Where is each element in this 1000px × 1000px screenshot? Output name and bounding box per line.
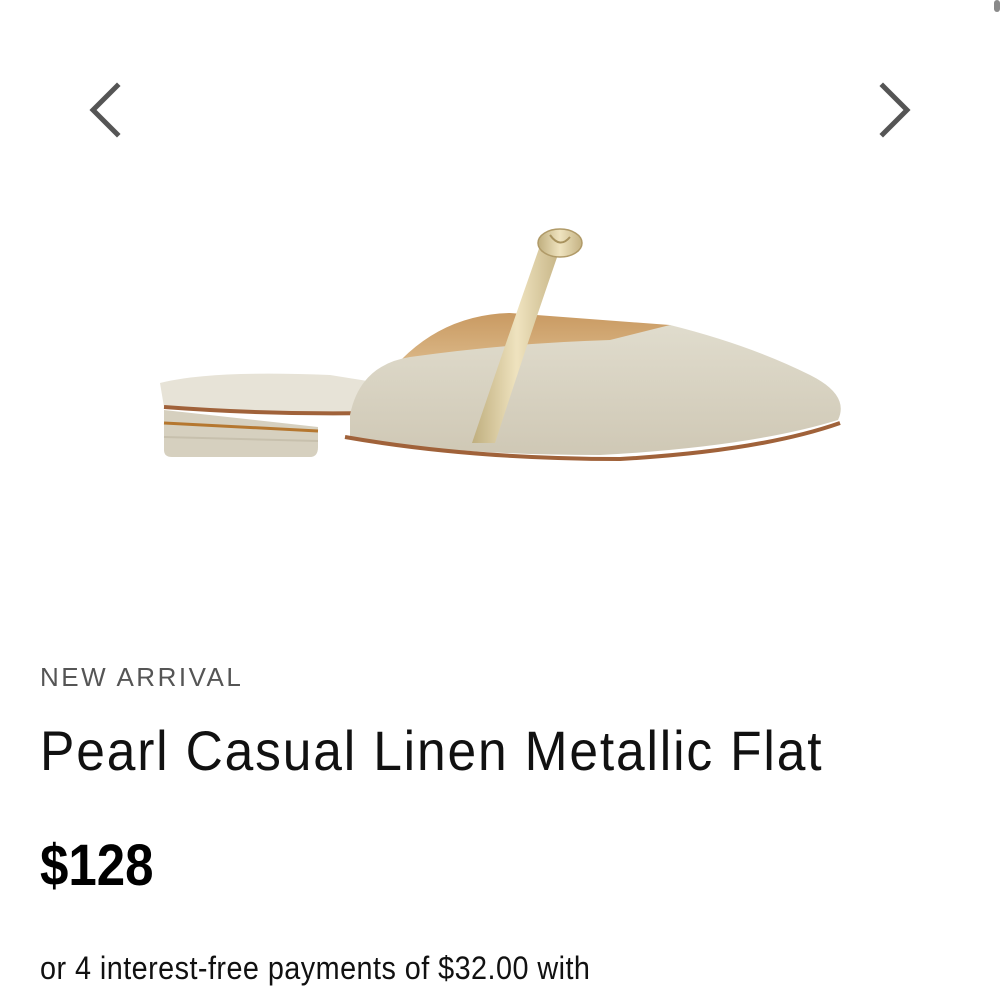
new-arrival-badge: NEW ARRIVAL [40,662,244,692]
next-image-button[interactable] [855,70,935,150]
product-image[interactable] [150,215,850,475]
product-price: $128 [40,833,154,898]
scrollbar[interactable] [994,0,1000,12]
product-title: Pearl Casual Linen Metallic Flat [40,719,824,782]
product-gallery [0,0,1000,620]
chevron-left-icon [89,82,121,138]
installments-text: or 4 interest-free payments of $32.00 wi… [40,950,591,986]
chevron-right-icon [879,82,911,138]
previous-image-button[interactable] [65,70,145,150]
shoe-image [160,228,841,462]
